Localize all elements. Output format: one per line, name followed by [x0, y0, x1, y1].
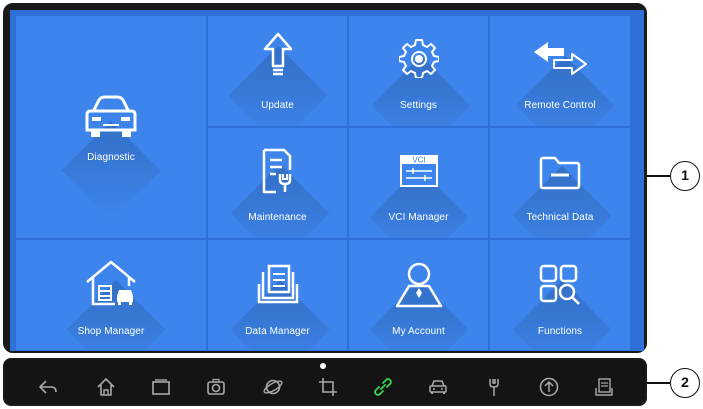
person-icon — [395, 262, 442, 308]
tile-shop-manager-label: Shop Manager — [77, 326, 145, 337]
page-indicator-dot — [320, 363, 326, 369]
tile-maintenance[interactable]: Maintenance — [208, 128, 347, 238]
tile-update-label: Update — [261, 100, 294, 111]
garage-icon — [86, 260, 136, 306]
vci-link-icon[interactable] — [372, 376, 394, 398]
tile-data-manager[interactable]: Data Manager — [208, 240, 347, 350]
upload-arrow-icon — [263, 32, 292, 76]
folder-icon — [539, 156, 581, 190]
crop-icon[interactable] — [317, 376, 339, 398]
recent-apps-icon[interactable] — [150, 376, 172, 398]
vci-icon-text: VCI — [412, 156, 425, 165]
tile-functions-label: Functions — [537, 326, 583, 337]
report-icon[interactable] — [593, 376, 615, 398]
tile-functions[interactable]: Functions — [490, 240, 630, 350]
back-icon[interactable] — [37, 376, 59, 398]
tile-technical-data[interactable]: Technical Data — [490, 128, 630, 238]
callout-two: 2 — [670, 368, 700, 398]
grid-search-icon — [539, 264, 580, 305]
home-screen: Diagnostic Update Settings Remote Contro… — [10, 10, 644, 351]
bidirectional-arrows-icon — [534, 42, 587, 75]
tile-data-manager-label: Data Manager — [245, 326, 310, 337]
tile-diagnostic[interactable]: Diagnostic — [16, 16, 206, 238]
callout-one-leader — [647, 175, 670, 177]
upload-icon[interactable] — [538, 376, 560, 398]
gear-icon — [398, 39, 439, 78]
tile-vci-manager-label: VCI Manager — [388, 212, 449, 223]
tile-my-account[interactable]: My Account — [349, 240, 488, 350]
tile-my-account-label: My Account — [392, 326, 445, 337]
tile-update[interactable]: Update — [208, 16, 347, 126]
callout-one: 1 — [670, 161, 700, 191]
tile-shop-manager[interactable]: Shop Manager — [16, 240, 206, 350]
tile-diagnostic-label: Diagnostic — [87, 152, 135, 163]
home-icon[interactable] — [95, 376, 117, 398]
vci-window-icon: VCI — [399, 155, 438, 187]
tile-maintenance-label: Maintenance — [248, 212, 307, 223]
callout-two-leader — [647, 382, 670, 384]
camera-icon[interactable] — [205, 376, 227, 398]
tile-settings-label: Settings — [400, 100, 437, 111]
car-icon[interactable] — [427, 376, 449, 398]
browser-icon[interactable] — [262, 376, 284, 398]
stacked-documents-icon — [257, 264, 298, 304]
wrench-icon[interactable] — [483, 376, 505, 398]
tile-remote-control-label: Remote Control — [524, 100, 596, 111]
tile-remote-control[interactable]: Remote Control — [490, 16, 630, 126]
document-wrench-icon — [262, 148, 291, 194]
tile-technical-data-label: Technical Data — [526, 212, 594, 223]
tile-vci-manager[interactable]: VCI VCI Manager — [349, 128, 488, 238]
car-icon — [85, 95, 137, 137]
tile-settings[interactable]: Settings — [349, 16, 488, 126]
